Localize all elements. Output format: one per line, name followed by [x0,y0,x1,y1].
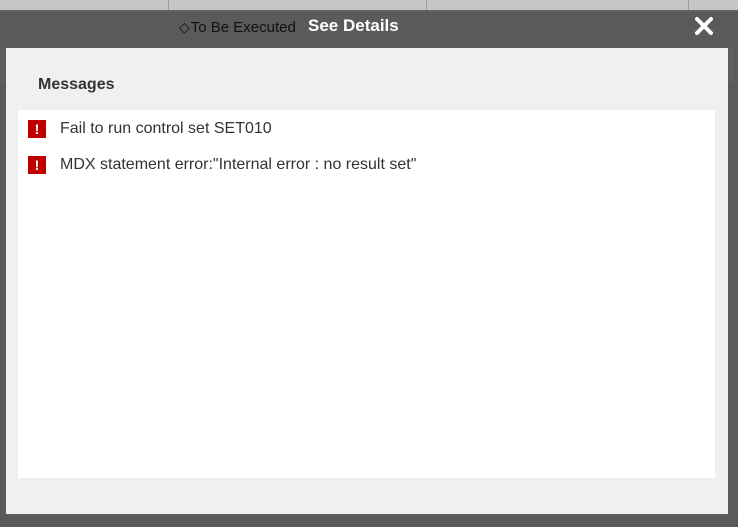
message-item: ! MDX statement error:"Internal error : … [28,154,416,176]
messages-heading: Messages [38,76,115,93]
see-details-dialog: See Details Messages ! Fail to run contr… [0,10,738,516]
message-text: MDX statement error:"Internal error : no… [60,156,417,173]
background-status-label: ◇To Be Executed [179,19,296,36]
close-icon[interactable] [693,15,715,37]
background-status-text: To Be Executed [190,19,296,36]
diamond-outline-icon: ◇ [179,19,190,35]
message-text: Fail to run control set SET010 [60,120,272,137]
dialog-title: See Details [308,16,399,35]
error-icon: ! [28,120,46,138]
messages-panel: ! Fail to run control set SET010 ! MDX s… [18,110,715,478]
dialog-body: Messages ! Fail to run control set SET01… [6,48,728,514]
message-item: ! Fail to run control set SET010 [28,118,272,140]
error-icon: ! [28,156,46,174]
